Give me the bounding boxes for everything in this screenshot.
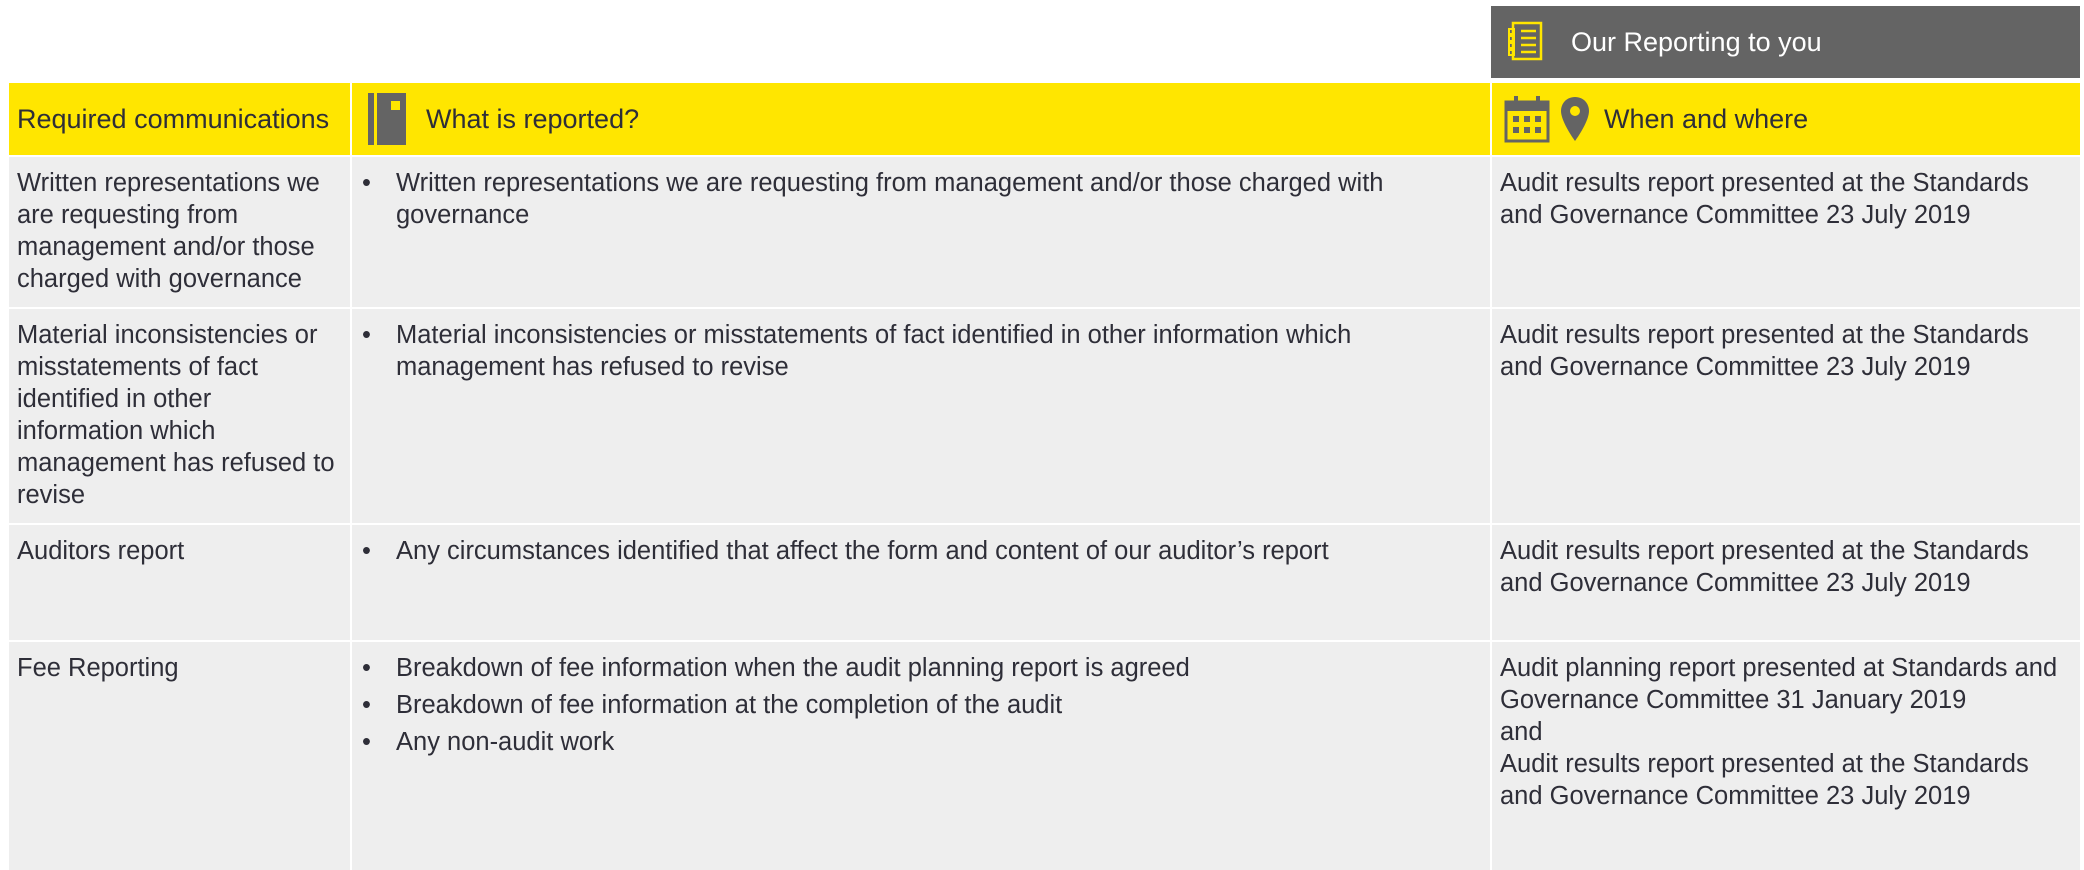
communication-text: Fee Reporting — [17, 654, 179, 682]
header-what-is-reported: What is reported? — [350, 81, 1492, 157]
header-col1-label: Required communications — [17, 103, 330, 134]
table-row: Auditors report Any circumstances identi… — [7, 523, 2082, 642]
when-where-cell: Audit results report presented at the St… — [1490, 307, 2082, 525]
calendar-icon — [1504, 95, 1550, 143]
list-item: Material inconsistencies or misstatement… — [360, 319, 1482, 383]
reported-cell: Breakdown of fee information when the au… — [350, 640, 1492, 870]
banner-title: Our Reporting to you — [1571, 26, 1822, 57]
communication-text: Auditors report — [17, 537, 185, 565]
reported-cell: Written representations we are requestin… — [350, 155, 1492, 309]
header-required-communications: Required communications — [7, 81, 352, 157]
communication-cell: Material inconsistencies or misstatement… — [7, 307, 352, 525]
when-where-cell: Audit results report presented at the St… — [1490, 523, 2082, 642]
when-where-text: and — [1500, 718, 1543, 746]
header-col2-label: What is reported? — [426, 103, 640, 134]
reported-cell: Any circumstances identified that affect… — [350, 523, 1492, 642]
list-item: Breakdown of fee information when the au… — [360, 652, 1482, 684]
reported-list: Any circumstances identified that affect… — [360, 535, 1482, 567]
list-item: Any circumstances identified that affect… — [360, 535, 1482, 567]
report-checklist-icon — [1505, 20, 1549, 64]
reported-list: Material inconsistencies or misstatement… — [360, 319, 1482, 383]
header-col3-label: When and where — [1604, 103, 1809, 134]
reporting-banner: Our Reporting to you — [1491, 6, 2080, 78]
table-row: Written representations we are requestin… — [7, 155, 2082, 309]
communication-text: Written representations we are requestin… — [17, 169, 320, 293]
list-item: Breakdown of fee information at the comp… — [360, 689, 1482, 721]
header-when-and-where: When and where — [1490, 81, 2082, 157]
location-pin-icon — [1560, 96, 1590, 142]
list-item: Any non-audit work — [360, 726, 1482, 758]
when-where-text: Audit results report presented at the St… — [1500, 750, 2029, 810]
table-header-row: Required communications What is reported… — [7, 81, 2082, 157]
reported-list: Written representations we are requestin… — [360, 167, 1482, 231]
when-where-text: Audit results report presented at the St… — [1500, 321, 2029, 381]
when-where-text: Audit results report presented at the St… — [1500, 537, 2029, 597]
communication-cell: Fee Reporting — [7, 640, 352, 870]
table-row: Fee Reporting Breakdown of fee informati… — [7, 640, 2082, 870]
table-row: Material inconsistencies or misstatement… — [7, 307, 2082, 525]
reported-cell: Material inconsistencies or misstatement… — [350, 307, 1492, 525]
notebook-icon — [368, 93, 406, 145]
communication-cell: Auditors report — [7, 523, 352, 642]
communications-table: Required communications What is reported… — [7, 81, 2082, 870]
when-where-cell: Audit results report presented at the St… — [1490, 155, 2082, 309]
communication-cell: Written representations we are requestin… — [7, 155, 352, 309]
communication-text: Material inconsistencies or misstatement… — [17, 321, 335, 509]
reported-list: Breakdown of fee information when the au… — [360, 652, 1482, 758]
when-where-text: Audit results report presented at the St… — [1500, 169, 2029, 229]
when-where-text: Audit planning report presented at Stand… — [1500, 654, 2058, 714]
when-where-cell: Audit planning report presented at Stand… — [1490, 640, 2082, 870]
list-item: Written representations we are requestin… — [360, 167, 1482, 231]
